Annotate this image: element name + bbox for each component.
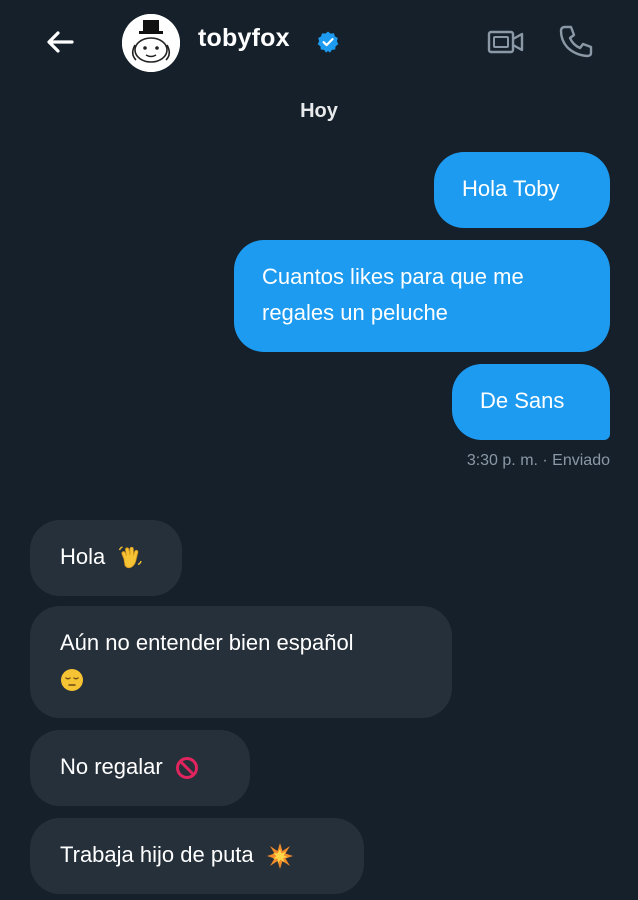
message-text: Hola xyxy=(60,544,106,569)
received-message[interactable]: Trabaja hijo de puta xyxy=(30,818,364,894)
day-separator: Hoy xyxy=(300,100,338,122)
received-message[interactable]: Aún no entender bien español xyxy=(30,606,452,718)
message-text: Hola Toby xyxy=(462,176,560,201)
verified-badge-icon xyxy=(317,31,339,53)
pensive-face-icon xyxy=(61,669,83,692)
message-text: No regalar xyxy=(60,754,163,779)
dog-avatar-icon xyxy=(122,14,180,72)
sent-message[interactable]: Cuantos likes para que me regales un pel… xyxy=(234,240,610,352)
username[interactable]: tobyfox xyxy=(198,24,290,53)
phone-call-icon[interactable] xyxy=(556,22,596,60)
message-text: Aún no entender bien español xyxy=(60,630,354,655)
arrow-left-icon[interactable] xyxy=(42,26,82,58)
message-text: Cuantos likes para que me regales un pel… xyxy=(262,264,524,325)
received-message[interactable]: No regalar xyxy=(30,730,250,806)
sent-message[interactable]: De Sans xyxy=(452,364,610,440)
received-message[interactable]: Hola xyxy=(30,520,182,596)
video-call-icon[interactable] xyxy=(486,26,526,58)
conversation-header: tobyfox xyxy=(0,0,638,90)
message-text: Trabaja hijo de puta xyxy=(60,842,254,867)
waving-hand-icon xyxy=(119,546,143,569)
avatar[interactable] xyxy=(122,14,180,72)
prohibited-icon xyxy=(175,757,198,780)
collision-icon xyxy=(266,843,293,870)
message-status: 3:30 p. m. · Enviado xyxy=(466,452,610,469)
message-text: De Sans xyxy=(480,388,565,413)
sent-message[interactable]: Hola Toby xyxy=(434,152,610,228)
